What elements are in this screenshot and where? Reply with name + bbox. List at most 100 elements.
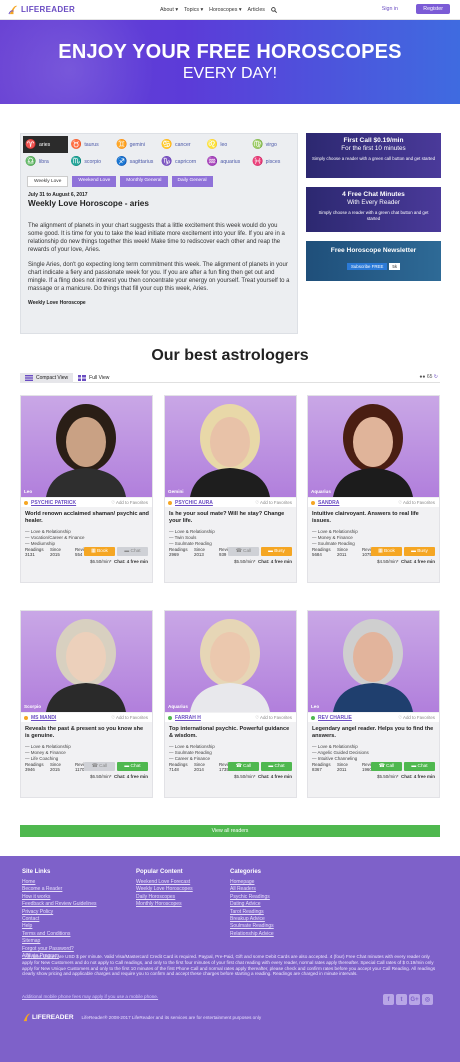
compact-view-tab[interactable]: Compact View — [20, 372, 74, 383]
zodiac-cancer[interactable]: ♋ cancer — [159, 136, 204, 153]
footer-link[interactable]: Weekly Love Horoscopes — [136, 886, 193, 893]
reader-photo[interactable]: Aquarius — [308, 396, 439, 497]
button-label: Call — [243, 549, 252, 554]
mobile-fees-note[interactable]: Additional mobile phone fees may apply i… — [22, 994, 158, 999]
call-button[interactable]: ☎ Call — [228, 547, 259, 556]
footer-link[interactable]: Daily Horoscopes — [136, 894, 193, 901]
reader-card[interactable]: Leo REV CHARLIE ♡ Add to Favorites Legendar… — [307, 610, 440, 798]
reader-photo[interactable]: Aquarius — [165, 611, 296, 712]
stat-readings: Readings 8367 — [312, 762, 331, 773]
book-button[interactable]: ▦ Book — [84, 547, 115, 556]
reader-card[interactable]: Aquarius SANDRA ♡ Add to Favorites Intuitiv… — [307, 395, 440, 583]
footer-link[interactable]: Forgot your Password? — [22, 946, 97, 953]
zodiac-label: aquarius — [220, 158, 241, 165]
footer-link[interactable]: Homepage — [230, 879, 274, 886]
footer-link[interactable]: Terms and Conditions — [22, 931, 97, 938]
reader-name[interactable]: PSYCHIC PATRICK — [31, 500, 76, 506]
signin-link[interactable]: Sign in — [382, 6, 398, 12]
site-logo[interactable]: LIFEREADER — [8, 4, 75, 15]
tab-monthly-general[interactable]: Monthly General — [120, 176, 168, 187]
nav-topics[interactable]: Topics ▾ — [184, 7, 203, 13]
promo-first-call[interactable]: First Call $0.19/min For the first 10 mi… — [306, 133, 441, 178]
chat-button[interactable]: ▬ Chat — [117, 547, 148, 556]
chat-button[interactable]: ▬ Chat — [117, 762, 148, 771]
reader-photo[interactable]: Gemini — [165, 396, 296, 497]
footer-link[interactable]: Weekend Love Forecast — [136, 879, 193, 886]
reader-photo[interactable]: Scorpio — [21, 611, 152, 712]
reader-name[interactable]: PSYCHIC AURA — [175, 500, 213, 506]
footer-link[interactable]: Privacy Policy — [22, 909, 97, 916]
footer-link[interactable]: Tarot Readings — [230, 909, 274, 916]
busy-button[interactable]: ▬ Busy — [261, 547, 292, 556]
promo-free-chat[interactable]: 4 Free Chat Minutes With Every Reader Si… — [306, 187, 441, 232]
tab-weekly-love[interactable]: Weekly Love — [27, 176, 69, 187]
reader-photo[interactable]: Leo — [308, 611, 439, 712]
zodiac-sagittarius[interactable]: ♐ sagittarius — [114, 153, 159, 170]
footer-link[interactable]: All Readers — [230, 886, 274, 893]
add-to-favorites[interactable]: ♡ Add to Favorites — [111, 715, 148, 721]
full-view-tab[interactable]: Full View — [73, 373, 114, 383]
footer-link[interactable]: Feedback and Review Guidelines — [22, 901, 97, 908]
footer-logo[interactable]: LIFEREADER — [22, 1012, 74, 1022]
instagram-icon[interactable]: ◎ — [422, 994, 433, 1005]
zodiac-scorpio[interactable]: ♏ scorpio — [68, 153, 113, 170]
readers-icon: ●● — [419, 374, 426, 380]
zodiac-virgo[interactable]: ♍ virgo — [250, 136, 295, 153]
subscribe-button[interactable]: Subscribe FREE — [346, 263, 388, 270]
reader-card[interactable]: Gemini PSYCHIC AURA ♡ Add to Favorites Is h… — [164, 395, 297, 583]
reader-name[interactable]: SANDRA — [318, 500, 339, 506]
footer-link[interactable]: How it works — [22, 894, 97, 901]
chat-button[interactable]: ▬ Chat — [261, 762, 292, 771]
book-button[interactable]: ▦ Book — [371, 547, 402, 556]
footer-link[interactable]: Become a Reader — [22, 886, 97, 893]
nav-articles[interactable]: Articles — [248, 7, 265, 13]
add-to-favorites[interactable]: ♡ Add to Favorites — [255, 715, 292, 721]
footer-link[interactable]: Monthly Horoscopes — [136, 901, 193, 908]
chat-button[interactable]: ▬ Chat — [404, 762, 435, 771]
stat-since: Since 2014 — [194, 762, 213, 773]
zodiac-taurus[interactable]: ♉ taurus — [68, 136, 113, 153]
footer-link[interactable]: Psychic Readings — [230, 894, 274, 901]
zodiac-pisces[interactable]: ♓ pisces — [250, 153, 295, 170]
footer-link[interactable]: Breakup Advice — [230, 916, 274, 923]
refresh-icon[interactable]: ↻ — [434, 374, 438, 380]
nav-horoscopes[interactable]: Horoscopes ▾ — [209, 7, 241, 13]
reader-name[interactable]: FARRAH H — [175, 715, 201, 721]
reader-card[interactable]: Aquarius FARRAH H ♡ Add to Favorites Top in… — [164, 610, 297, 798]
footer-link[interactable]: Contact — [22, 916, 97, 923]
zodiac-gemini[interactable]: ♊ gemini — [114, 136, 159, 153]
register-button[interactable]: Register — [416, 4, 450, 14]
tab-weekend-love[interactable]: Weekend Love — [72, 176, 117, 187]
reader-card[interactable]: Scorpio MS MANDI ♡ Add to Favorites Reveals… — [20, 610, 153, 798]
add-to-favorites[interactable]: ♡ Add to Favorites — [111, 500, 148, 506]
twitter-icon[interactable]: t — [396, 994, 407, 1005]
reader-photo[interactable]: Leo — [21, 396, 152, 497]
footer-link[interactable]: Dating Advice — [230, 901, 274, 908]
search-icon[interactable] — [271, 7, 277, 13]
footer-link[interactable]: Relationship Advice — [230, 931, 274, 938]
reader-name[interactable]: REV CHARLIE — [318, 715, 352, 721]
call-button[interactable]: ☎ Call — [228, 762, 259, 771]
zodiac-aquarius[interactable]: ♒ aquarius — [204, 153, 249, 170]
zodiac-leo[interactable]: ♌ leo — [204, 136, 249, 153]
footer-link[interactable]: Home — [22, 879, 97, 886]
google-plus-icon[interactable]: G+ — [409, 994, 420, 1005]
reader-card[interactable]: Leo PSYCHIC PATRICK ♡ Add to Favorites Worl… — [20, 395, 153, 583]
footer-link[interactable]: Soulmate Readings — [230, 923, 274, 930]
add-to-favorites[interactable]: ♡ Add to Favorites — [398, 715, 435, 721]
add-to-favorites[interactable]: ♡ Add to Favorites — [398, 500, 435, 506]
call-button[interactable]: ☎ Call — [84, 762, 115, 771]
call-button[interactable]: ☎ Call — [371, 762, 402, 771]
zodiac-capricorn[interactable]: ♑ capricorn — [159, 153, 204, 170]
busy-button[interactable]: ▬ Busy — [404, 547, 435, 556]
nav-about[interactable]: About ▾ — [160, 7, 178, 13]
footer-link[interactable]: Help — [22, 923, 97, 930]
footer-link[interactable]: Sitemap — [22, 938, 97, 945]
reader-name[interactable]: MS MANDI — [31, 715, 56, 721]
zodiac-libra[interactable]: ♎ libra — [23, 153, 68, 170]
facebook-icon[interactable]: f — [383, 994, 394, 1005]
view-all-readers-button[interactable]: View all readers — [20, 825, 440, 837]
tab-daily-general[interactable]: Daily General — [171, 176, 213, 187]
add-to-favorites[interactable]: ♡ Add to Favorites — [255, 500, 292, 506]
zodiac-aries[interactable]: ♈ aries — [23, 136, 69, 153]
